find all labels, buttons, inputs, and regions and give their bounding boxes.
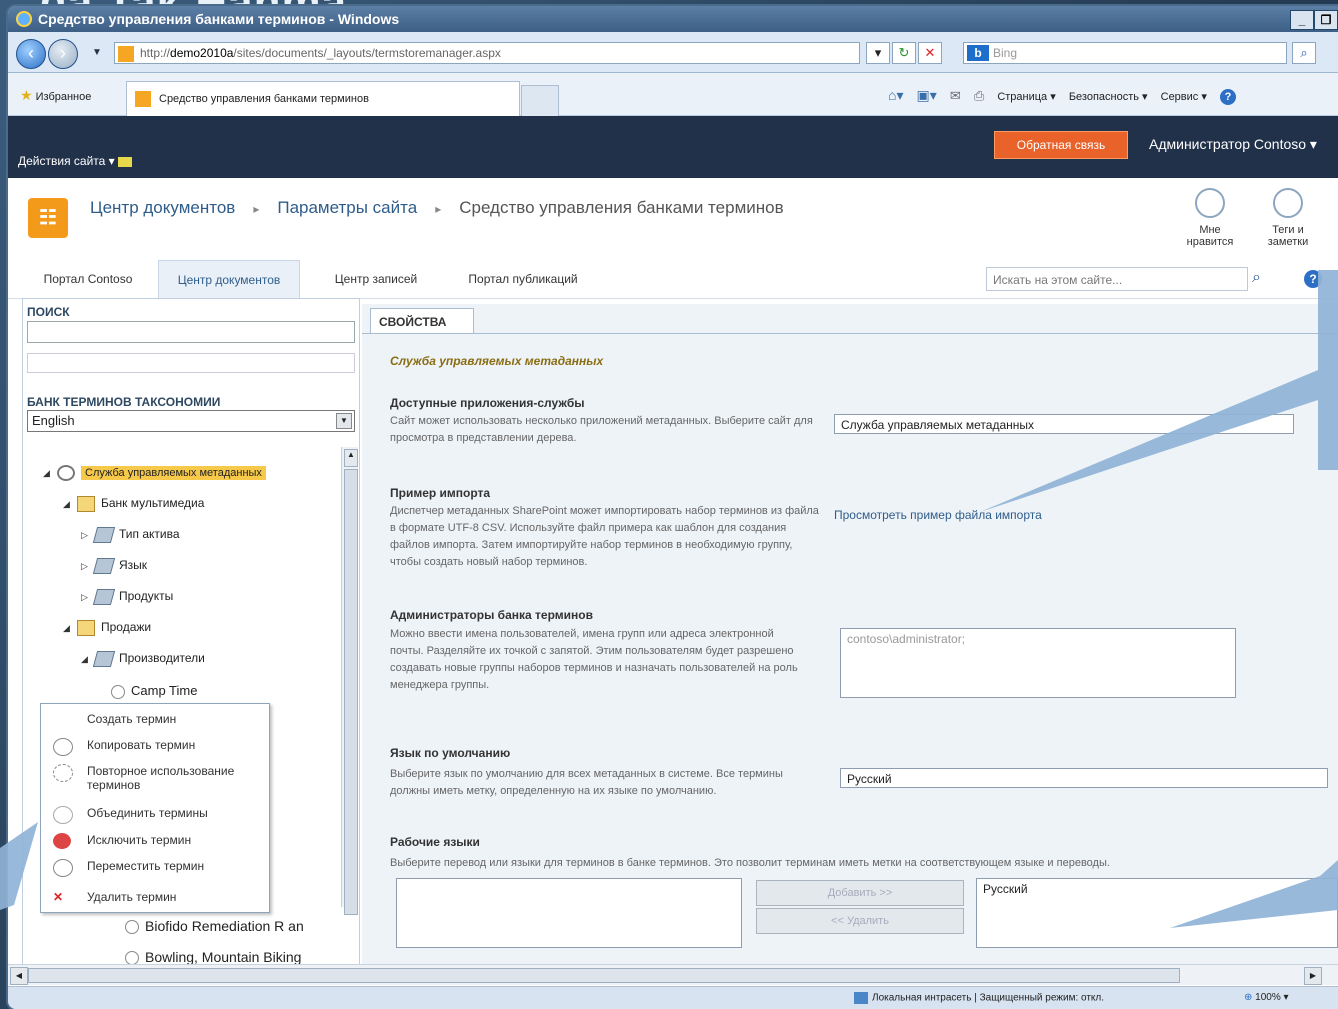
callout-arrows (0, 270, 1338, 928)
callout-arrow-left (0, 822, 38, 910)
callout-arrow-top (980, 270, 1338, 512)
callout-arrow-bottom (1170, 860, 1338, 928)
